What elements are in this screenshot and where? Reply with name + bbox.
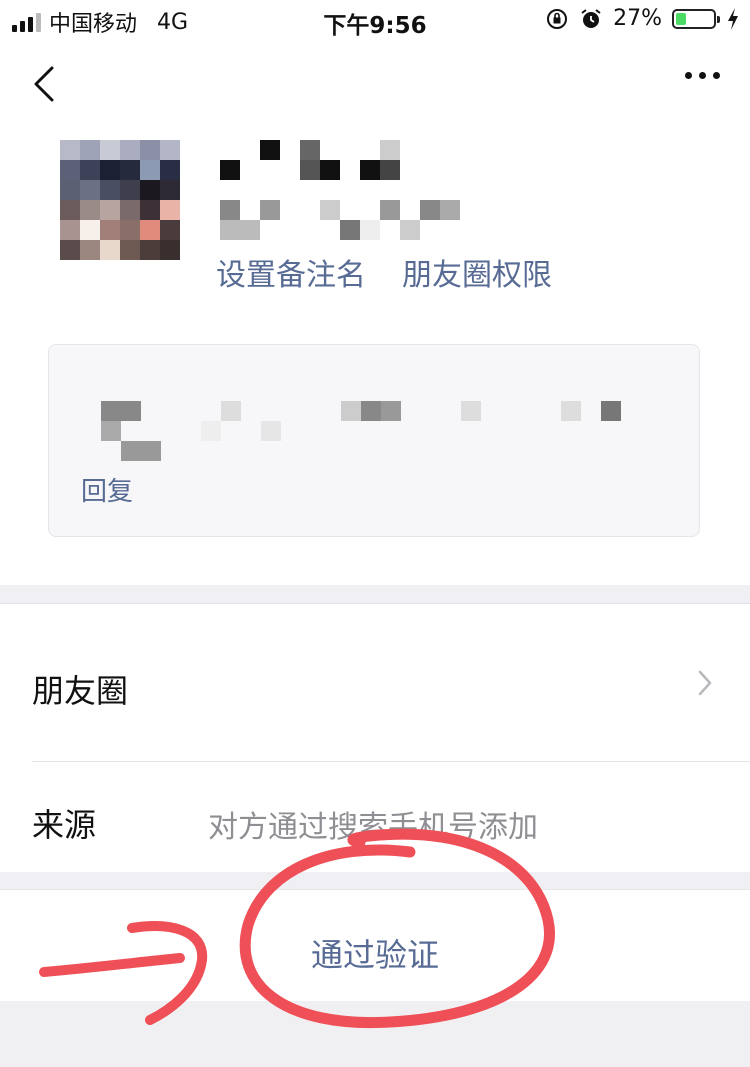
- orientation-lock-icon: [547, 8, 568, 29]
- charging-icon: [728, 7, 738, 30]
- avatar[interactable]: [60, 140, 180, 280]
- verify-bar: 通过验证: [0, 889, 750, 1002]
- chevron-right-icon: [698, 670, 712, 696]
- source-value: 对方通过搜索手机号添加: [208, 810, 538, 845]
- nav-bar: [0, 50, 750, 120]
- chevron-left-icon[interactable]: [26, 62, 66, 106]
- friend-request-card: 回复: [48, 344, 700, 537]
- set-remark-link[interactable]: 设置备注名: [216, 250, 366, 294]
- source-row: 来源 对方通过搜索手机号添加: [0, 762, 750, 872]
- section-gap: [0, 872, 750, 889]
- profile-links: 设置备注名 朋友圈权限: [216, 250, 552, 294]
- alarm-icon: [581, 8, 601, 28]
- battery-percent: 27%: [613, 6, 662, 31]
- moments-permission-link[interactable]: 朋友圈权限: [402, 250, 552, 294]
- status-right: 27%: [545, 6, 740, 31]
- status-bar: 中国移动 4G 下午9:56 27%: [0, 0, 750, 40]
- battery-fill: [676, 12, 686, 25]
- reply-link[interactable]: 回复: [81, 471, 133, 508]
- section-gap: [0, 585, 750, 604]
- source-label: 来源: [32, 806, 97, 844]
- request-message-pixelated: [49, 345, 701, 475]
- bottom-area: [0, 1001, 750, 1067]
- verify-button[interactable]: 通过验证: [0, 930, 750, 976]
- more-dots-icon[interactable]: [685, 72, 720, 79]
- moments-row[interactable]: 朋友圈: [0, 604, 750, 762]
- contact-name-pixelated: [220, 140, 520, 240]
- moments-label: 朋友圈: [32, 672, 129, 710]
- battery-icon: [672, 8, 720, 29]
